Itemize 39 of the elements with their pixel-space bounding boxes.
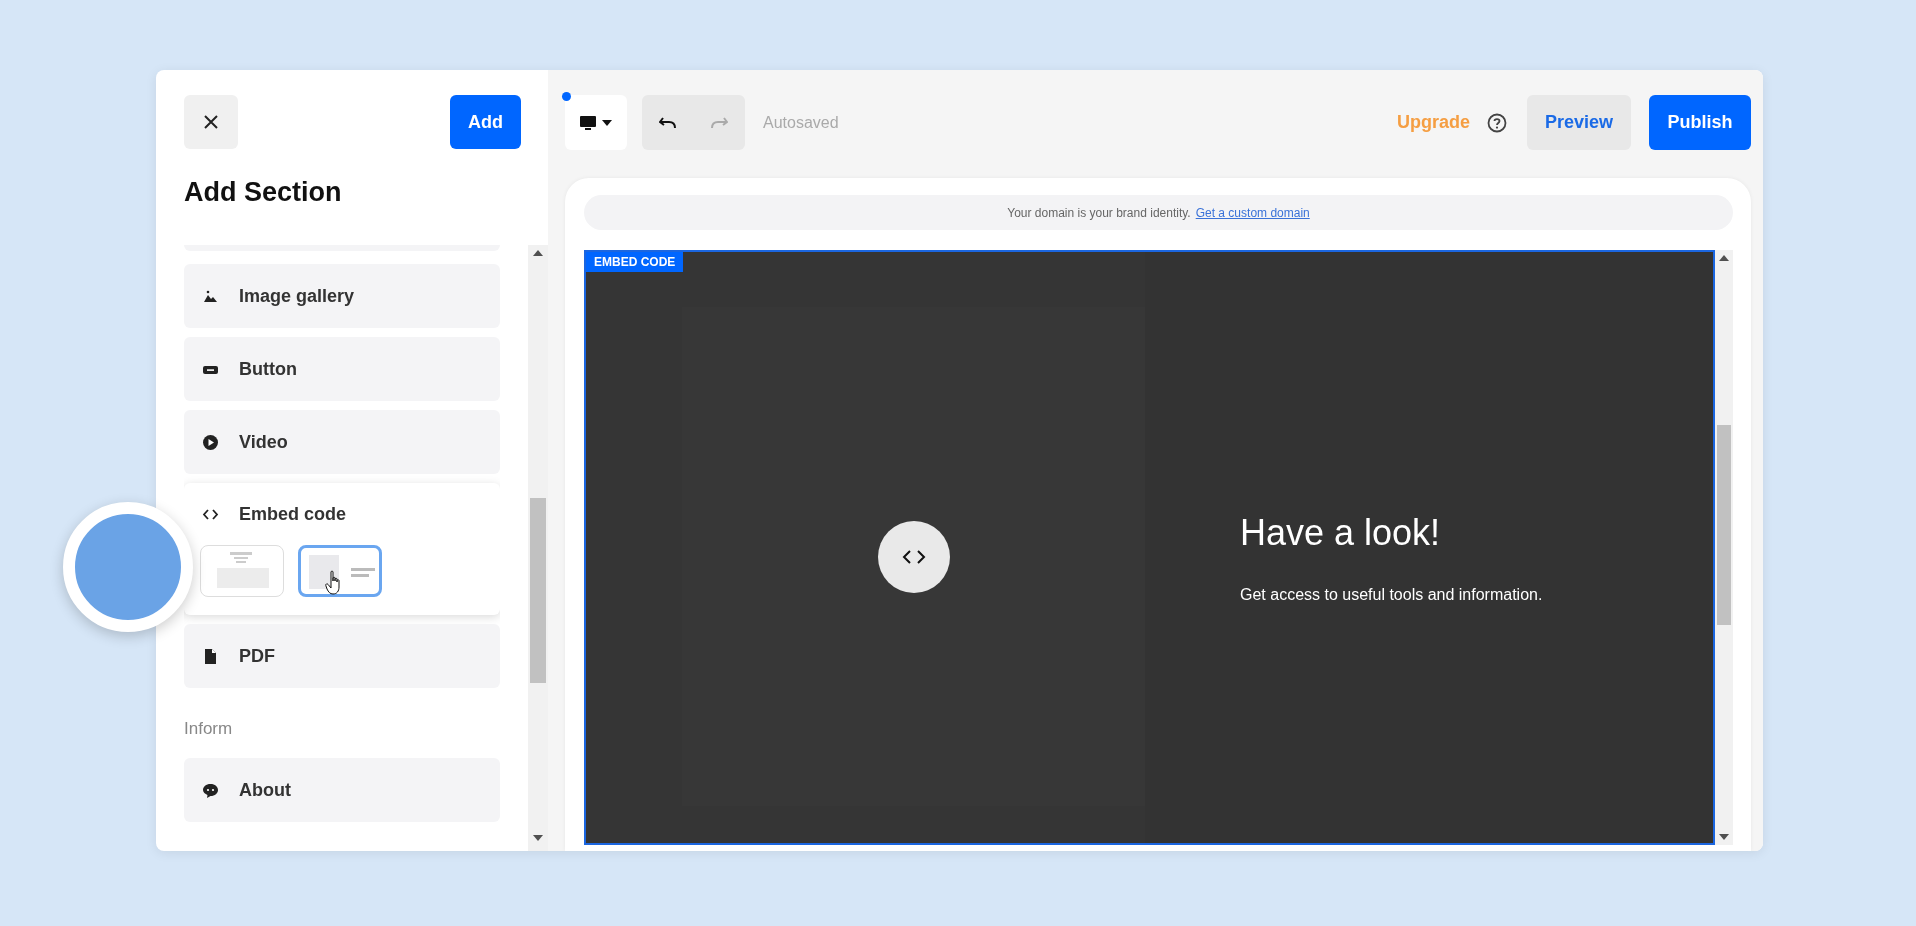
section-option[interactable]: Button bbox=[184, 337, 500, 401]
section-option[interactable]: About bbox=[184, 758, 500, 822]
section-heading: Have a look! bbox=[1240, 511, 1442, 554]
code-icon bbox=[901, 548, 926, 565]
undo-icon bbox=[658, 116, 677, 129]
close-button[interactable] bbox=[184, 95, 238, 149]
chat-icon bbox=[202, 781, 219, 799]
section-option[interactable]: Image gallery bbox=[184, 264, 500, 328]
monitor-caret-icon bbox=[579, 114, 613, 131]
scroll-up-icon[interactable] bbox=[533, 250, 543, 256]
section-text: Get access to useful tools and information. bbox=[1240, 585, 1544, 604]
section-label: Embed code bbox=[239, 503, 347, 525]
custom-domain-link[interactable]: Get a custom domain bbox=[1195, 205, 1310, 220]
scrollbar[interactable] bbox=[528, 245, 548, 851]
section-option[interactable]: Video bbox=[184, 410, 500, 474]
notification-dot bbox=[562, 92, 571, 101]
section-header: Inform bbox=[184, 719, 234, 739]
device-selector[interactable] bbox=[565, 95, 627, 150]
scrollbar-thumb[interactable] bbox=[530, 498, 546, 683]
embed-code-section[interactable]: Have a look! Get access to useful tools and information. EMBED CODE bbox=[584, 250, 1715, 845]
redo-icon bbox=[710, 116, 729, 129]
domain-message: Your domain is your brand identity. bbox=[1007, 205, 1191, 220]
layout-option[interactable] bbox=[298, 545, 382, 597]
autosave-status: Autosaved bbox=[763, 113, 839, 132]
panel-title: Add Section bbox=[184, 177, 343, 209]
close-icon bbox=[203, 114, 219, 130]
scrollbar[interactable] bbox=[1715, 250, 1733, 845]
section-type-badge: EMBED CODE bbox=[586, 252, 684, 272]
scroll-down-icon[interactable] bbox=[533, 835, 543, 841]
scrollbar-thumb[interactable] bbox=[1717, 425, 1731, 625]
scroll-down-icon[interactable] bbox=[1719, 834, 1729, 840]
section-option[interactable]: PDF bbox=[184, 624, 500, 688]
document-icon bbox=[202, 647, 219, 665]
help-icon[interactable] bbox=[1487, 112, 1507, 133]
preview-button[interactable]: Preview bbox=[1527, 95, 1631, 150]
publish-button[interactable]: Publish bbox=[1649, 95, 1751, 150]
add-button[interactable]: Add bbox=[450, 95, 521, 149]
scroll-up-icon[interactable] bbox=[1719, 255, 1729, 261]
play-icon bbox=[202, 433, 219, 451]
